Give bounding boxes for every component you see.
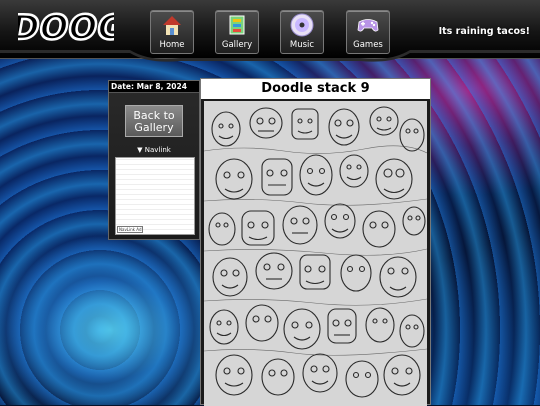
svg-text:DOOG: DOOG: [18, 8, 114, 48]
ad-placeholder[interactable]: NavLink Ad: [115, 157, 195, 235]
nav-home-button[interactable]: Home: [150, 10, 194, 54]
paintbrush-icon: [229, 15, 245, 35]
nav-music-label: Music: [289, 40, 315, 50]
nav-games-button[interactable]: Games: [346, 10, 390, 54]
page-title: Doodle stack 9: [201, 79, 430, 99]
content-panel: Doodle stack 9: [200, 78, 431, 406]
back-to-gallery-button[interactable]: Back to Gallery: [125, 105, 183, 137]
site-logo[interactable]: DOOG: [18, 6, 114, 48]
navlink-label[interactable]: ▼ Navlink: [109, 146, 199, 154]
nav-home-label: Home: [159, 40, 185, 50]
sidebar-panel: Date: Mar 8, 2024 Back to Gallery ▼ Navl…: [108, 80, 200, 240]
doodle-image: [204, 101, 427, 406]
nav-music-button[interactable]: Music: [280, 10, 324, 54]
header-curve: [0, 50, 540, 62]
site-tagline: Its raining tacos!: [438, 26, 530, 37]
post-date: Date: Mar 8, 2024: [109, 81, 199, 93]
nav-games-label: Games: [353, 40, 383, 50]
gamepad-icon: [357, 19, 379, 32]
cd-icon: [290, 13, 314, 37]
nav-gallery-button[interactable]: Gallery: [215, 10, 259, 54]
ad-tag: NavLink Ad: [117, 226, 144, 233]
house-icon: [163, 16, 181, 35]
nav-gallery-label: Gallery: [221, 40, 253, 50]
